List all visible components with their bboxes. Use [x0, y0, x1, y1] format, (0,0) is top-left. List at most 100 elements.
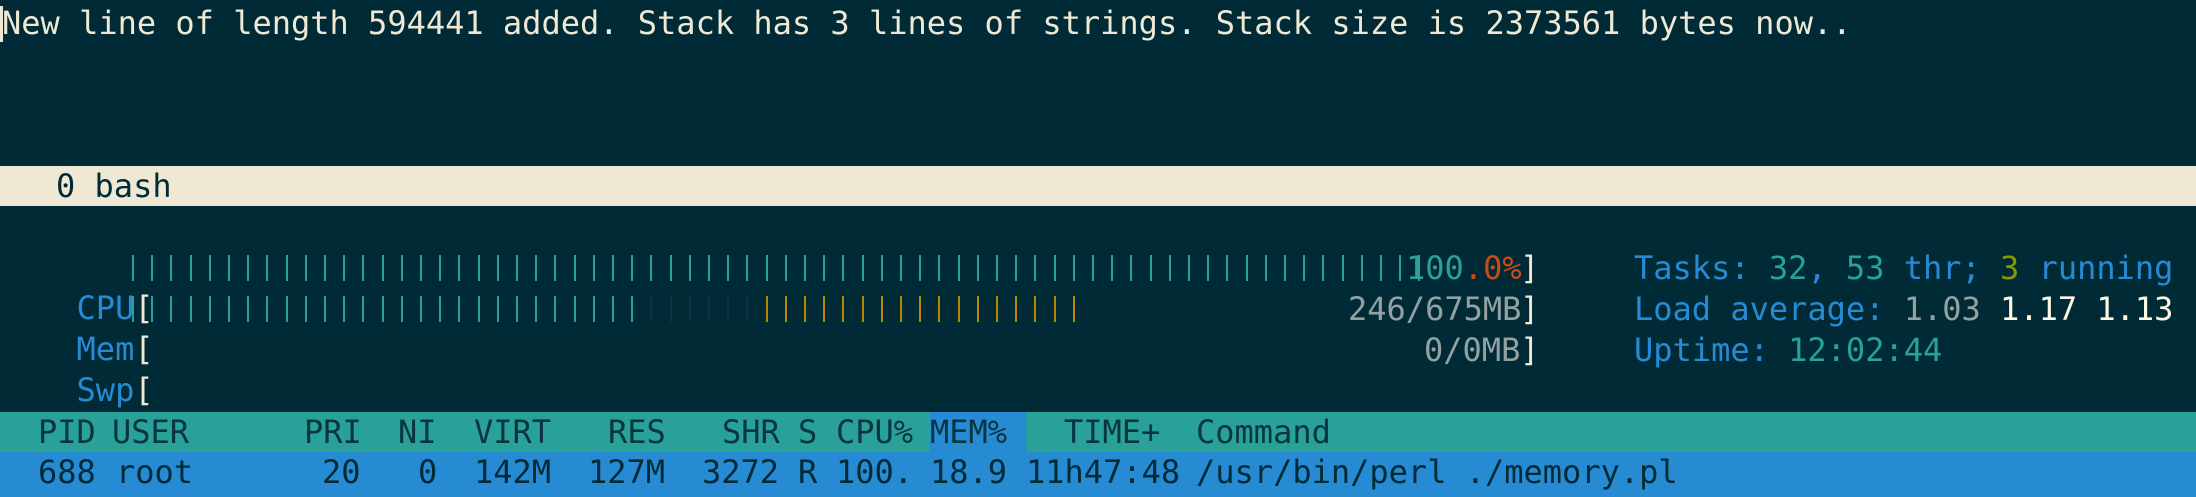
mem-used-segment [554, 296, 557, 322]
col-header-pid[interactable]: PID [38, 412, 96, 452]
mem-cache-segment [842, 296, 845, 322]
cpu-bar-segment [1360, 255, 1363, 281]
col-header-mem-sorted[interactable]: MEM% [930, 412, 1026, 452]
cpu-bar-segment [1092, 255, 1094, 281]
mem-used-segment [285, 296, 288, 322]
mem-used-segment [477, 296, 480, 322]
cpu-bar-segment [343, 255, 346, 281]
col-header-ni[interactable]: NI [398, 412, 437, 452]
mem-meter-value: 246/675MB [1348, 290, 1522, 328]
cpu-bar-segment [132, 255, 134, 281]
cpu-bar-segment [938, 255, 941, 281]
row-cpu: 100. [836, 453, 914, 491]
cpu-bar-segment [784, 255, 787, 281]
cpu-bar-segment [650, 255, 653, 281]
mem-used-segment [573, 296, 576, 322]
tmux-window-tab[interactable]: 0 bash [56, 166, 172, 206]
cpu-bar-segment [1226, 255, 1229, 281]
cpu-bar-segment [612, 255, 614, 281]
mem-used-segment [400, 296, 403, 322]
cpu-bar-segment [1399, 255, 1402, 281]
row-pri: 20 [322, 453, 361, 491]
cpu-bar-segment [592, 255, 595, 281]
mem-used-segment [247, 296, 250, 322]
mem-used-segment [612, 296, 614, 322]
mem-used-segment [208, 296, 211, 322]
cpu-bar-segment [189, 255, 192, 281]
cpu-bar-segment [573, 255, 576, 281]
terminal-output-line: New line of length 594441 added. Stack h… [2, 4, 1852, 42]
cpu-bar-segment [247, 255, 250, 281]
swap-meter: Swp[ 0/0MB ] [38, 330, 1540, 409]
cpu-bar-segment [727, 255, 730, 281]
process-row-selected[interactable]: 688 root 20 0 142M 127M 3272 R 100. 18.9… [0, 452, 2196, 497]
row-time: 11h47:48 [1026, 453, 1181, 491]
cpu-bar-segment [804, 255, 806, 281]
cpu-bar-segment [631, 255, 634, 281]
cpu-bar-segment [1130, 255, 1133, 281]
cpu-bar-segment [900, 255, 902, 281]
col-header-command[interactable]: Command [1196, 412, 1331, 452]
cpu-bar-segment [1188, 255, 1190, 281]
cpu-bar-segment [996, 255, 998, 281]
mem-meter: Mem[ 246/675MB ] [38, 289, 1540, 368]
col-header-time[interactable]: TIME+ [1064, 412, 1160, 452]
swap-meter-close-bracket: ] [1520, 331, 1540, 369]
mem-used-segment [592, 296, 595, 322]
mem-meter-bars [124, 289, 1444, 329]
cpu-bar-segment [957, 255, 960, 281]
row-ni: 0 [418, 453, 438, 491]
mem-meter-close-bracket: ] [1520, 290, 1540, 328]
cpu-bar-segment [1149, 255, 1152, 281]
cpu-bar-segment [1015, 255, 1018, 281]
uptime-stat: Uptime: 12:02:44 [1634, 331, 1943, 369]
col-header-user[interactable]: USER [112, 412, 189, 452]
mem-used-segment [189, 296, 192, 322]
cpu-bar-segment [688, 255, 691, 281]
mem-buffers-segment [688, 296, 691, 322]
cpu-bar-segment [1341, 255, 1344, 281]
mem-used-segment [362, 296, 365, 322]
cpu-bar-segment [362, 255, 365, 281]
tmux-status-bar: 0 bash [0, 166, 2196, 206]
cpu-bar-segment [708, 255, 710, 281]
mem-cache-segment [938, 296, 941, 322]
cpu-bar-segment [669, 255, 672, 281]
cpu-bar-segment [285, 255, 288, 281]
mem-cache-segment [976, 296, 979, 322]
cpu-bar-segment [1303, 255, 1306, 281]
mem-used-segment [458, 296, 461, 322]
cpu-bar-segment [535, 255, 538, 281]
cpu-bar-segment [1245, 255, 1248, 281]
cpu-bar-segment [400, 255, 403, 281]
mem-used-segment [381, 296, 384, 322]
cpu-bar-segment [1072, 255, 1075, 281]
mem-cache-segment [1015, 296, 1018, 322]
mem-used-segment [170, 296, 173, 322]
mem-buffers-segment [746, 296, 749, 322]
col-header-virt[interactable]: VIRT [474, 412, 551, 452]
row-shr: 3272 [702, 453, 780, 491]
col-header-res[interactable]: RES [608, 412, 666, 452]
mem-used-segment [151, 296, 154, 322]
cpu-bar-segment [266, 255, 269, 281]
mem-cache-segment [1034, 296, 1037, 322]
cpu-bar-segment [151, 255, 154, 281]
col-header-state[interactable]: S [798, 412, 817, 452]
cpu-bar-segment [208, 255, 211, 281]
load-average-stat: Load average: 1.03 1.17 1.13 [1634, 290, 2174, 328]
mem-used-segment [439, 296, 442, 322]
col-header-cpu[interactable]: CPU% [836, 412, 913, 452]
col-header-shr[interactable]: SHR [722, 412, 780, 452]
cpu-bar-segment [880, 255, 883, 281]
mem-cache-segment [1053, 296, 1056, 322]
process-table-header: PID USER PRI NI VIRT RES SHR S CPU% MEM%… [0, 412, 2196, 452]
swap-meter-label: Swp [76, 371, 135, 409]
col-header-pri[interactable]: PRI [304, 412, 362, 452]
mem-used-segment [228, 296, 230, 322]
row-command: /usr/bin/perl ./memory.pl [1196, 453, 1678, 491]
cpu-bar-segment [439, 255, 442, 281]
mem-used-segment [516, 296, 518, 322]
mem-used-segment [420, 296, 422, 322]
cpu-bar-segment [1264, 255, 1267, 281]
